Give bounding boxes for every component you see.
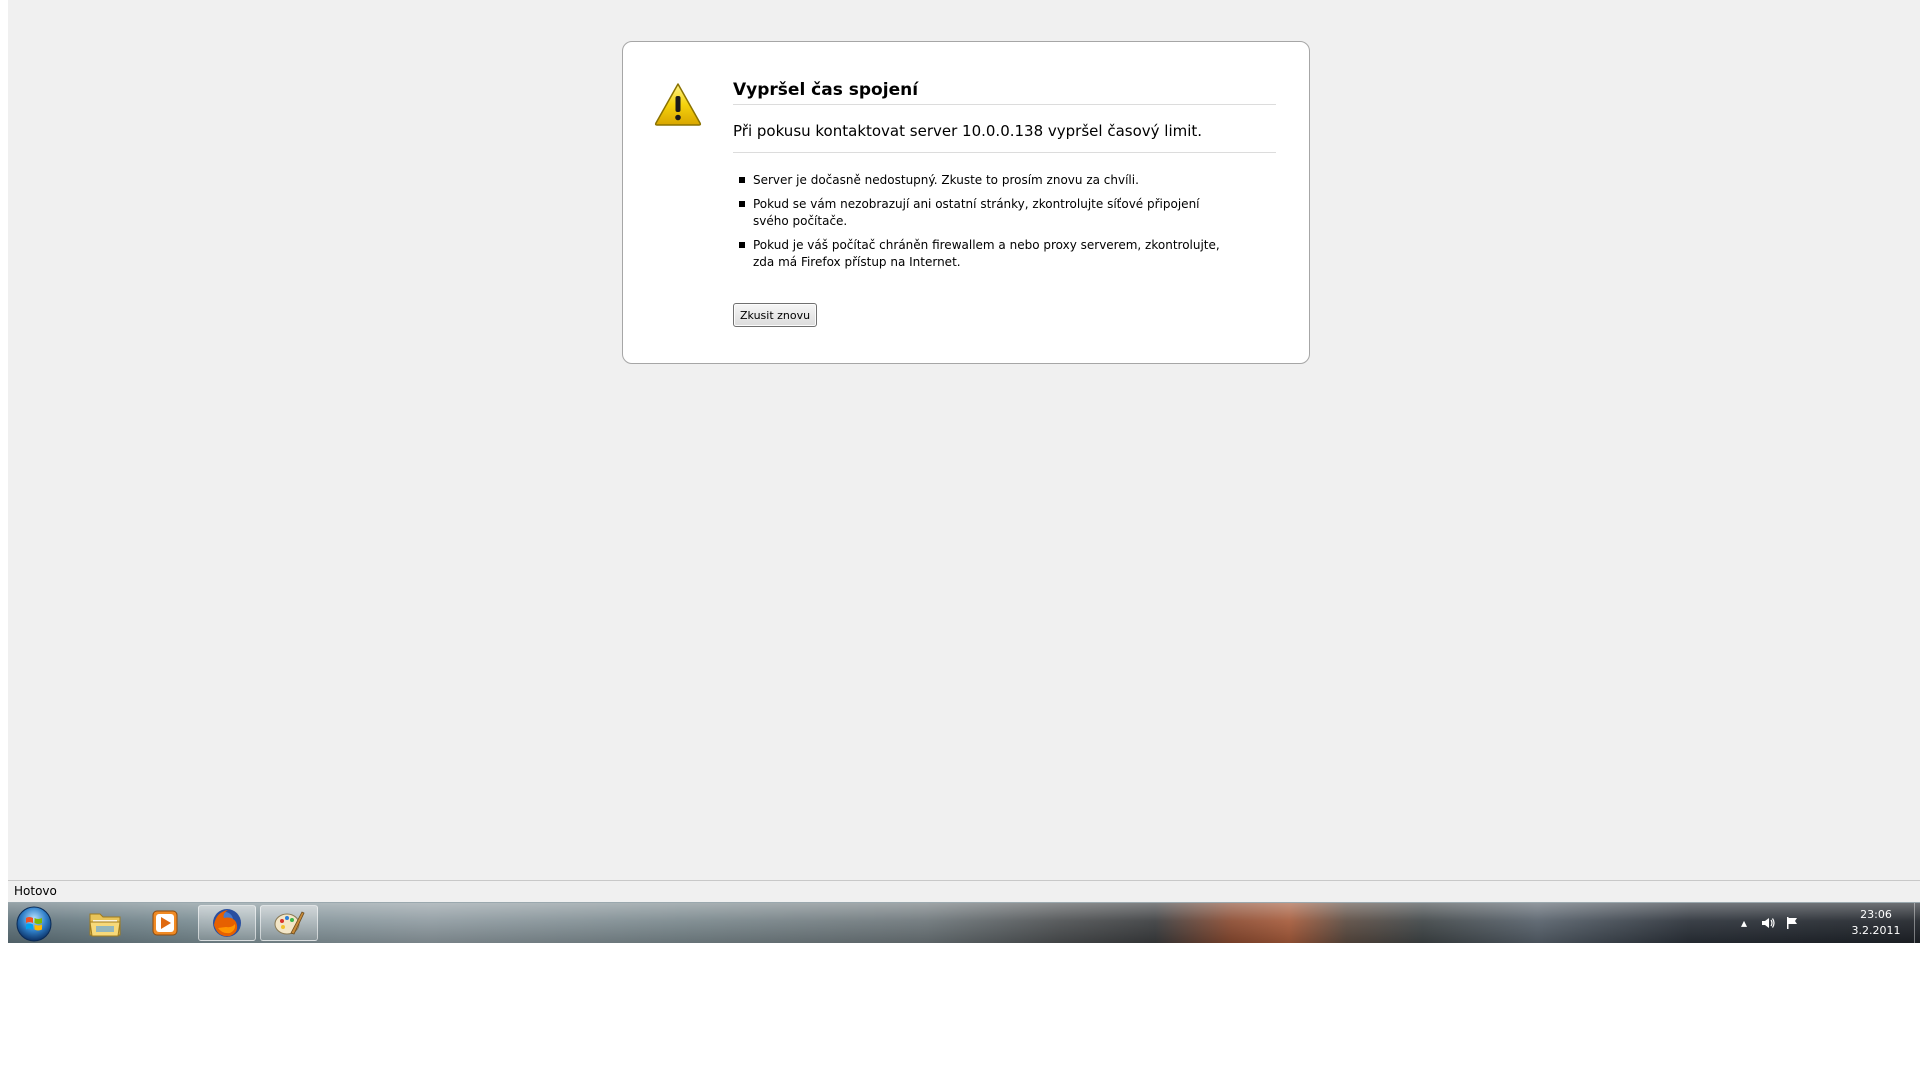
- folder-icon: [89, 913, 121, 937]
- warning-icon: [654, 83, 702, 126]
- suggestion-item: Pokud je váš počítač chráněn firewallem …: [733, 237, 1233, 271]
- media-player-icon: [152, 910, 178, 936]
- show-hidden-icons-icon[interactable]: ▴: [1736, 915, 1752, 931]
- firefox-icon: [213, 909, 241, 937]
- browser-content-area: Vypršel čas spojení Při pokusu kontaktov…: [8, 0, 1920, 880]
- bullet-icon: [739, 242, 745, 248]
- start-button[interactable]: [14, 904, 54, 943]
- status-text: Hotovo: [14, 884, 57, 898]
- clock-time: 23:06: [1860, 908, 1892, 921]
- action-center-flag-icon[interactable]: [1784, 915, 1800, 931]
- error-message: Při pokusu kontaktovat server 10.0.0.138…: [733, 122, 1276, 153]
- retry-button[interactable]: Zkusit znovu: [733, 303, 818, 327]
- bullet-icon: [739, 177, 745, 183]
- suggestion-list: Server je dočasně nedostupný. Zkuste to …: [733, 172, 1233, 278]
- windows-start-icon: [16, 906, 52, 942]
- bullet-icon: [739, 201, 745, 207]
- suggestion-item: Pokud se vám nezobrazují ani ostatní str…: [733, 196, 1233, 230]
- error-title: Vypršel čas spojení: [733, 80, 1276, 105]
- suggestion-item: Server je dočasně nedostupný. Zkuste to …: [733, 172, 1233, 189]
- volume-icon[interactable]: [1760, 915, 1776, 931]
- taskbar-media-player-button[interactable]: [136, 905, 194, 941]
- show-desktop-button[interactable]: [1914, 903, 1920, 943]
- left-edge-strip: [0, 0, 8, 942]
- taskbar-paint-button[interactable]: [260, 905, 318, 941]
- taskbar: ▴ 23:06 3.2.2011: [8, 902, 1920, 943]
- system-tray: ▴ 23:06 3.2.2011: [1720, 903, 1920, 943]
- suggestion-text: Server je dočasně nedostupný. Zkuste to …: [753, 173, 1139, 187]
- taskbar-explorer-button[interactable]: [76, 905, 134, 941]
- taskbar-clock[interactable]: 23:06 3.2.2011: [1846, 907, 1906, 939]
- paint-icon: [274, 911, 305, 935]
- error-box: Vypršel čas spojení Při pokusu kontaktov…: [622, 41, 1310, 364]
- suggestion-text: Pokud se vám nezobrazují ani ostatní str…: [753, 197, 1200, 228]
- status-bar: Hotovo: [8, 880, 1920, 902]
- screen: Vypršel čas spojení Při pokusu kontaktov…: [0, 0, 1920, 1080]
- clock-date: 3.2.2011: [1851, 924, 1901, 937]
- taskbar-firefox-button[interactable]: [198, 905, 256, 941]
- suggestion-text: Pokud je váš počítač chráněn firewallem …: [753, 238, 1220, 269]
